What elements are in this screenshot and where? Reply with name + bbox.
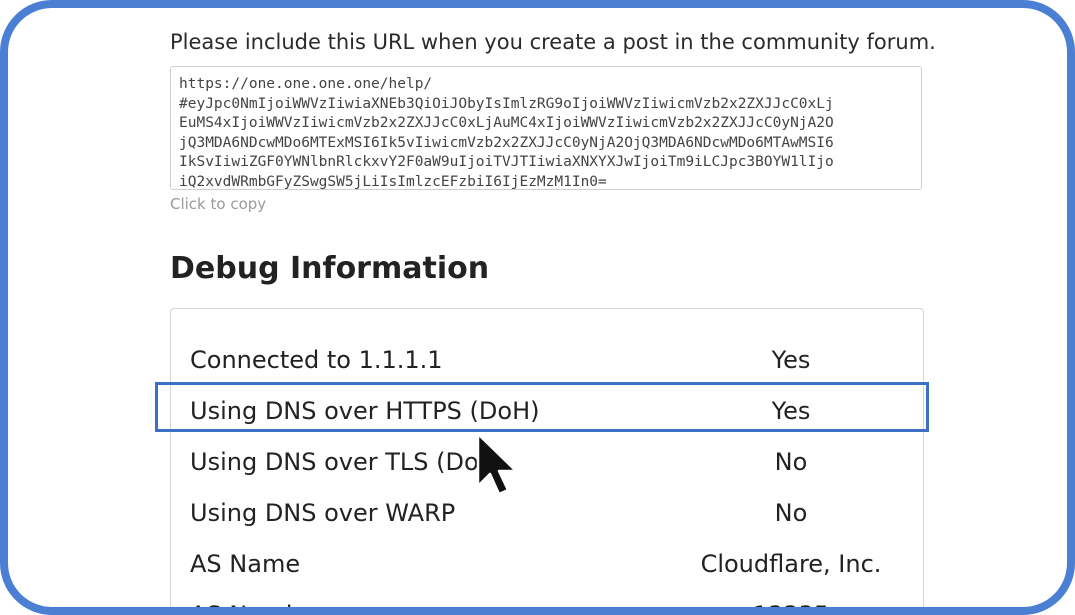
- debug-row-value: Yes: [771, 346, 811, 374]
- debug-row-label: Connected to 1.1.1.1: [190, 346, 443, 374]
- debug-row-label: AS Number: [190, 601, 326, 615]
- url-line: https://one.one.one.one/help/: [179, 76, 433, 92]
- debug-row-label: Using DNS over TLS (DoT): [190, 448, 503, 476]
- url-line: EuMS4xIjoiWWVzIiwicmVzb2x2ZXJJcC0xLjAuMC…: [179, 115, 834, 131]
- debug-row-warp: Using DNS over WARP No: [171, 487, 923, 538]
- url-line: #eyJpc0NmIjoiWWVzIiwiaXNEb3QiOiJObyIsIml…: [179, 95, 834, 112]
- debug-row-value: Yes: [771, 397, 811, 425]
- help-url-box[interactable]: https://one.one.one.one/help/ #eyJpc0NmIj…: [170, 66, 922, 190]
- url-line: iQ2xvdWRmbGFyZSwgSW5jLiIsImlzcEFzbiI6IjE…: [179, 173, 607, 190]
- screen-frame: Please include this URL when you create …: [0, 0, 1075, 615]
- debug-information-heading: Debug Information: [170, 251, 490, 286]
- url-line: IkSvIiwiZGF0YWNlbnRlckxvY2F0aW9uIjoiTVJT…: [179, 154, 834, 170]
- debug-row-value: 13335: [752, 601, 830, 615]
- debug-row-value: No: [774, 499, 808, 527]
- debug-row-label: AS Name: [190, 550, 301, 578]
- debug-row-dot: Using DNS over TLS (DoT) No: [171, 436, 923, 487]
- debug-row-as-name: AS Name Cloudflare, Inc.: [171, 538, 923, 589]
- debug-row-value: Cloudflare, Inc.: [700, 550, 882, 578]
- debug-row-value: No: [774, 448, 808, 476]
- mouse-pointer-icon: [476, 432, 518, 496]
- debug-row-label: Using DNS over HTTPS (DoH): [190, 397, 540, 425]
- debug-row-as-number: AS Number 13335: [171, 589, 923, 615]
- click-to-copy-hint[interactable]: Click to copy: [170, 195, 266, 213]
- debug-row-label: Using DNS over WARP: [190, 499, 456, 527]
- debug-information-table: Connected to 1.1.1.1 Yes Using DNS over …: [170, 308, 924, 615]
- url-line: jQ3MDA6NDcwMDo6MTExMSI6Ik5vIiwicmVzb2x2Z…: [179, 134, 834, 151]
- forum-instruction-text: Please include this URL when you create …: [170, 30, 936, 54]
- debug-row-connected: Connected to 1.1.1.1 Yes: [171, 334, 923, 385]
- debug-row-doh: Using DNS over HTTPS (DoH) Yes: [171, 385, 923, 436]
- help-url-text[interactable]: https://one.one.one.one/help/ #eyJpc0NmIj…: [179, 75, 913, 190]
